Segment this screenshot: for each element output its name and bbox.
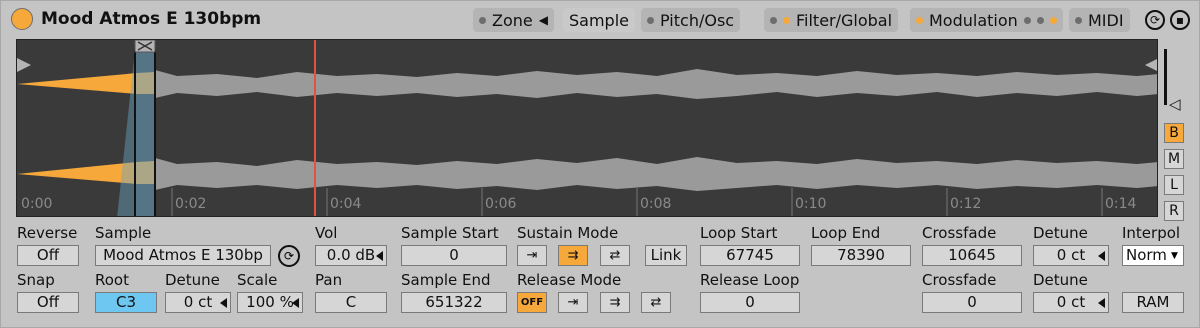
link-button[interactable]: Link: [645, 245, 687, 266]
modulation-dot3-icon: [1036, 16, 1044, 24]
sample-start-field[interactable]: 0: [401, 245, 507, 266]
zone-dot-icon: [479, 16, 486, 24]
chevron-down-icon: ▼: [1171, 251, 1178, 261]
modulation-dot4-icon: [1049, 16, 1057, 24]
tab-midi-label: MIDI: [1088, 10, 1124, 30]
scale-label: Scale: [237, 271, 278, 289]
tab-pitch-osc[interactable]: Pitch/Osc: [641, 8, 741, 32]
release-mode-off-button[interactable]: OFF: [517, 292, 547, 313]
loop-start-field[interactable]: 67745: [700, 245, 800, 266]
interpol-label: Interpol: [1122, 224, 1181, 242]
tab-sample[interactable]: Sample: [563, 8, 635, 32]
ram-button[interactable]: RAM: [1122, 292, 1184, 313]
view-l-button[interactable]: L: [1164, 175, 1184, 195]
root-label: Root: [95, 271, 129, 289]
scale-field[interactable]: 100 %: [237, 292, 303, 313]
modulation-dot2-icon: [1023, 16, 1031, 24]
release-mode-loop-button[interactable]: ⇉: [600, 292, 630, 313]
pan-label: Pan: [315, 271, 343, 289]
filter-dot-icon: [770, 16, 777, 24]
detune-release-label: Detune: [1033, 271, 1088, 289]
swap-sample-icon[interactable]: ⟳: [278, 245, 300, 267]
modulation-dot-icon: [916, 16, 923, 24]
time-tick: 0:06: [485, 196, 517, 212]
sample-end-arrow[interactable]: [1145, 58, 1158, 72]
crossfade-field[interactable]: 10645: [922, 245, 1022, 266]
loop-end-label: Loop End: [811, 224, 881, 242]
time-tick: 0:08: [640, 196, 672, 212]
time-tick: 0:02: [175, 196, 207, 212]
device-power-button[interactable]: [11, 8, 33, 30]
waveform-display[interactable]: 0:00 0:02 0:04 0:06 0:08 0:10 0:12 0:14: [16, 39, 1158, 217]
view-r-button[interactable]: R: [1164, 201, 1184, 221]
tab-modulation[interactable]: Modulation: [910, 8, 1063, 32]
crossfade-release-label: Crossfade: [922, 271, 997, 289]
filter-active-dot-icon: [783, 16, 790, 24]
loop-end-field[interactable]: 78390: [811, 245, 911, 266]
sample-end-field[interactable]: 651322: [401, 292, 507, 313]
release-mode-oneshot-button[interactable]: ⇥: [558, 292, 588, 313]
vol-field[interactable]: 0.0 dB: [315, 245, 387, 266]
time-tick: 0:10: [795, 196, 827, 212]
detune-loop-field[interactable]: 0 ct: [1033, 245, 1109, 266]
loop-region[interactable]: [135, 50, 155, 217]
detune-field[interactable]: 0 ct: [165, 292, 231, 313]
sample-start-label: Sample Start: [401, 224, 499, 242]
crossfade-release-field[interactable]: 0: [922, 292, 1022, 313]
triangle-left-icon: ◀: [538, 13, 548, 27]
pan-field[interactable]: C: [315, 292, 387, 313]
sustain-mode-pingpong-button[interactable]: ⇄: [600, 245, 630, 266]
tab-filter-global[interactable]: Filter/Global: [764, 8, 899, 32]
title-bar: Mood Atmos E 130bpm Zone ◀ Sample Pitch/…: [7, 5, 1195, 33]
detune-loop-label: Detune: [1033, 224, 1088, 242]
hot-swap-icon[interactable]: ⟳: [1145, 10, 1165, 30]
root-field[interactable]: C3: [95, 292, 157, 313]
time-tick: 0:00: [21, 196, 53, 212]
device-title: Mood Atmos E 130bpm: [41, 9, 262, 29]
snap-label: Snap: [17, 271, 55, 289]
loop-start-label: Loop Start: [700, 224, 778, 242]
save-preset-icon[interactable]: ▪: [1170, 10, 1190, 30]
crossfade-label: Crossfade: [922, 224, 997, 242]
sample-name-field[interactable]: Mood Atmos E 130bp: [95, 245, 271, 266]
waveform-channel-right: [17, 157, 1157, 191]
view-m-button[interactable]: M: [1164, 149, 1184, 169]
time-tick: 0:14: [1105, 196, 1137, 212]
sample-start-arrow[interactable]: [17, 58, 31, 72]
zoom-slider[interactable]: [1164, 49, 1167, 105]
waveform-svg: [17, 40, 1158, 217]
simpler-device: Mood Atmos E 130bpm Zone ◀ Sample Pitch/…: [0, 0, 1200, 328]
waveform-channel-left: [17, 69, 1157, 99]
vol-label: Vol: [315, 224, 338, 242]
tab-zone[interactable]: Zone ◀: [473, 8, 554, 32]
reverse-toggle[interactable]: Off: [17, 245, 79, 266]
sustain-mode-oneshot-button[interactable]: ⇥: [517, 245, 547, 266]
tab-pitch-label: Pitch/Osc: [660, 10, 735, 30]
view-b-button[interactable]: B: [1164, 123, 1184, 143]
release-loop-label: Release Loop: [700, 271, 800, 289]
zoom-handle-icon[interactable]: ◁: [1169, 95, 1181, 113]
sustain-mode-loop-button[interactable]: ⇉: [558, 245, 588, 266]
tab-modulation-label: Modulation: [929, 10, 1018, 30]
midi-dot-icon: [1075, 16, 1082, 24]
detune-release-field[interactable]: 0 ct: [1033, 292, 1109, 313]
detune-label: Detune: [165, 271, 220, 289]
release-loop-field[interactable]: 0: [700, 292, 800, 313]
sample-end-label: Sample End: [401, 271, 491, 289]
release-mode-pingpong-button[interactable]: ⇄: [641, 292, 671, 313]
tab-zone-label: Zone: [492, 10, 533, 30]
tab-sample-label: Sample: [569, 10, 629, 30]
sample-label: Sample: [95, 224, 152, 242]
tab-midi[interactable]: MIDI: [1069, 8, 1130, 32]
time-tick: 0:04: [330, 196, 362, 212]
pitch-dot-icon: [647, 16, 654, 24]
reverse-label: Reverse: [17, 224, 78, 242]
sustain-mode-label: Sustain Mode: [517, 224, 619, 242]
release-mode-label: Release Mode: [517, 271, 622, 289]
tab-filter-label: Filter/Global: [796, 10, 893, 30]
snap-toggle[interactable]: Off: [17, 292, 79, 313]
time-tick: 0:12: [950, 196, 982, 212]
